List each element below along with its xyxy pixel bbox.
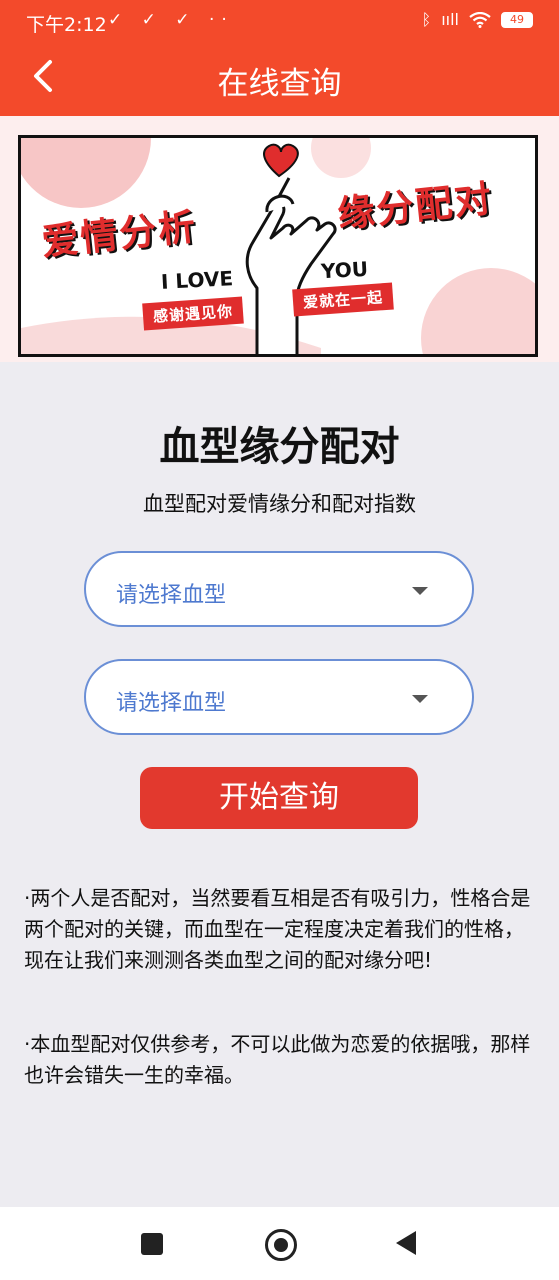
back-triangle-icon[interactable] [396, 1231, 416, 1255]
status-bar: 下午2:12 ✓ ✓ ✓ ·· ᛒ ııll 49 [0, 0, 559, 42]
blood-type-select-1[interactable]: 请选择血型 [84, 551, 474, 627]
main-subtitle: 血型配对爱情缘分和配对指数 [143, 492, 416, 516]
signal-icon: ııll [441, 10, 459, 29]
system-nav-bar [0, 1207, 559, 1280]
bluetooth-icon: ᛒ [421, 10, 432, 29]
notification-icons: ✓ ✓ ✓ ·· [108, 10, 234, 30]
note-paragraph-1: ·两个人是否配对，当然要看互相是否有吸引力，性格合是两个配对的关键，而血型在一定… [24, 886, 531, 972]
top-bar: 下午2:12 ✓ ✓ ✓ ·· ᛒ ııll 49 在线查询 [0, 0, 559, 116]
blood-type-select-2[interactable]: 请选择血型 [84, 659, 474, 735]
main-title: 血型缘分配对 [159, 424, 400, 470]
start-query-button[interactable]: 开始查询 [140, 767, 418, 829]
home-circle-icon[interactable] [265, 1229, 297, 1261]
status-right-icons: ᛒ ııll 49 [422, 10, 533, 29]
recents-square-icon[interactable] [141, 1233, 163, 1255]
page-title: 在线查询 [217, 66, 342, 102]
banner-image: 爱情分析 缘分配对 I LOVE YOU 感谢遇见你 爱就在一起 [18, 135, 538, 357]
wifi-icon [469, 11, 491, 28]
dropdown-arrow-icon [412, 695, 428, 703]
banner-area: 爱情分析 缘分配对 I LOVE YOU 感谢遇见你 爱就在一起 [0, 116, 559, 362]
banner-you-text: YOU [320, 256, 369, 284]
select-1-label: 请选择血型 [116, 583, 227, 608]
dropdown-arrow-icon [412, 587, 428, 595]
select-2-label: 请选择血型 [116, 691, 227, 716]
note-paragraph-2: ·本血型配对仅供参考，不可以此做为恋爱的依据哦，那样也许会错失一生的幸福。 [24, 1032, 531, 1087]
app-bar: 在线查询 [0, 42, 559, 116]
status-time: 下午2:12 [26, 14, 107, 36]
banner-love-text: I LOVE [160, 266, 234, 294]
battery-icon: 49 [501, 11, 533, 28]
